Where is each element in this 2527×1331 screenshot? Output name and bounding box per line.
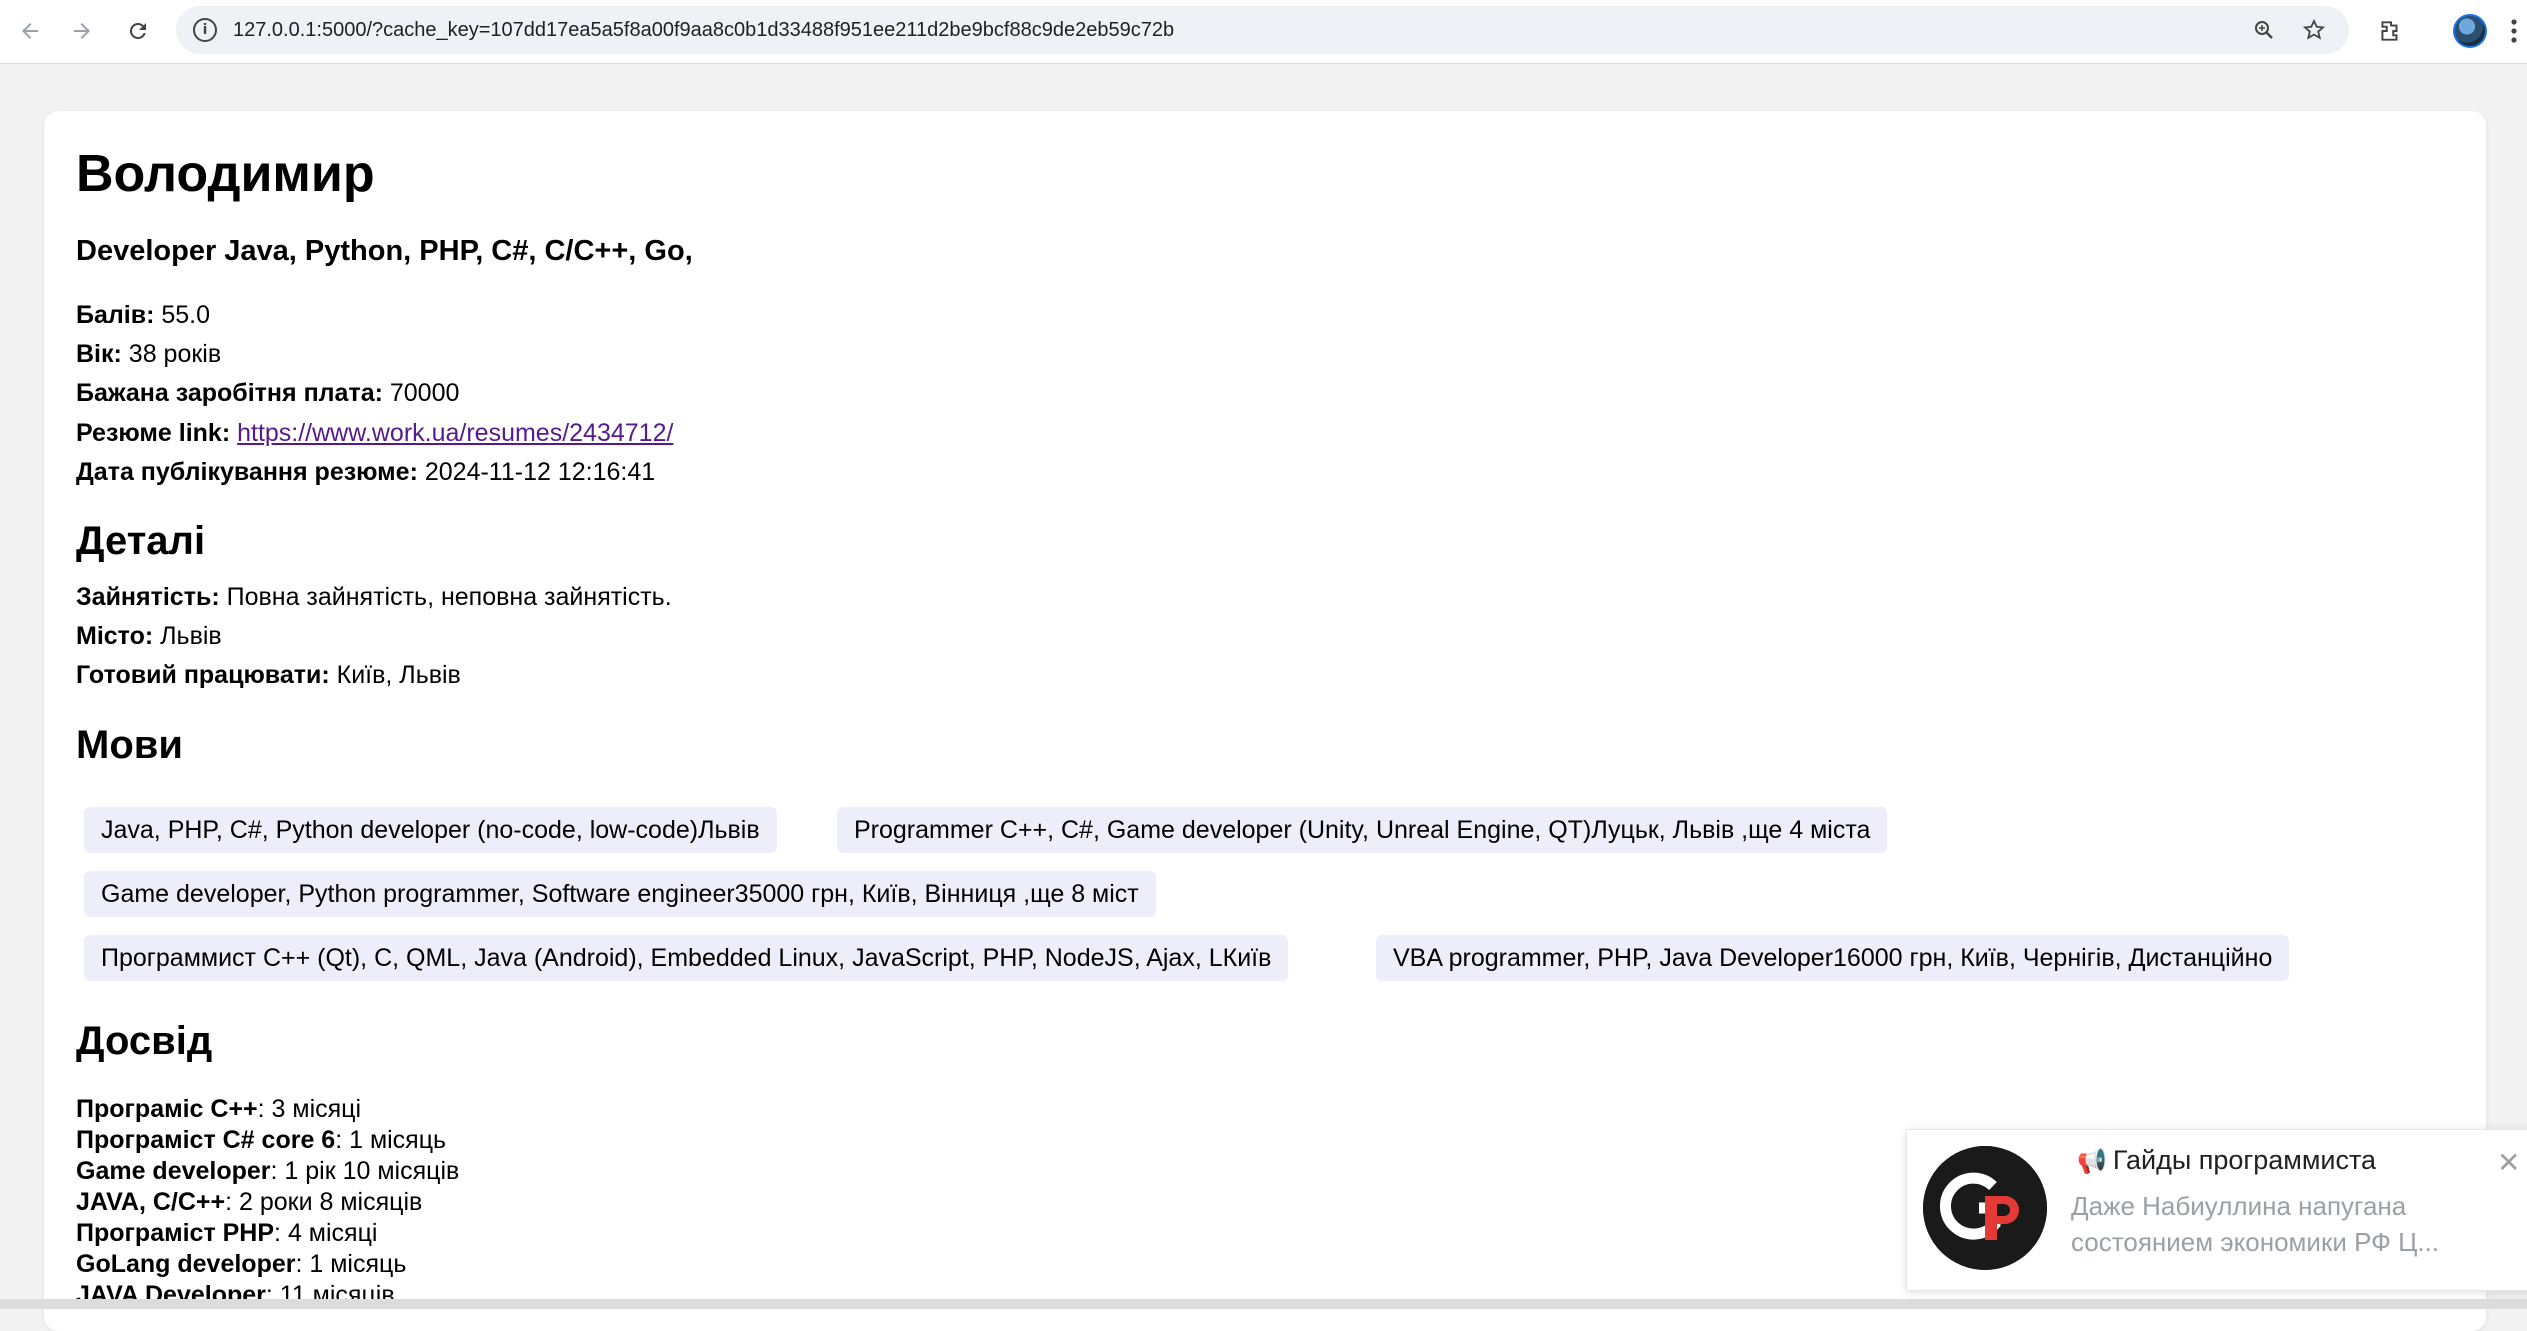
profile-avatar[interactable]	[2448, 9, 2492, 53]
language-tag: Game developer, Python programmer, Softw…	[84, 871, 1156, 917]
browser-toolbar: i 127.0.0.1:5000/?cache_key=107dd17ea5a5…	[0, 0, 2527, 64]
language-tag: Programmer C++, C#, Game developer (Unit…	[837, 807, 1888, 853]
notification-body-line: Даже Набиуллина напугана	[2071, 1191, 2407, 1221]
megaphone-icon: 📢	[2077, 1148, 2107, 1175]
languages-heading: Мови	[76, 723, 183, 767]
ready-label: Готовий працювати:	[76, 661, 330, 689]
arrow-right-icon	[74, 23, 90, 39]
experience-duration: : 1 місяць	[335, 1126, 447, 1154]
reload-icon	[129, 22, 146, 39]
extensions-icon[interactable]	[2368, 9, 2412, 53]
score-value: 55.0	[161, 301, 211, 329]
experience-duration: : 1 місяць	[295, 1250, 407, 1278]
employment-label: Зайнятість:	[76, 583, 220, 611]
language-tag: Java, PHP, C#, Python developer (no-code…	[84, 807, 777, 853]
ready-value: Київ, Львів	[336, 661, 461, 689]
forward-button[interactable]	[62, 11, 102, 51]
salary-row: Бажана заробітня плата: 70000	[76, 379, 459, 408]
address-bar[interactable]: i 127.0.0.1:5000/?cache_key=107dd17ea5a5…	[176, 6, 2349, 54]
city-value: Львів	[160, 622, 222, 650]
gp-logo-icon	[1923, 1146, 2047, 1270]
experience-title: Програміст PHP	[76, 1219, 275, 1247]
details-heading: Деталі	[76, 519, 206, 563]
page-bottom-edge	[0, 1299, 2527, 1309]
close-icon[interactable]: ✕	[2497, 1146, 2520, 1179]
experience-duration: : 4 місяці	[274, 1219, 378, 1247]
experience-item: JAVA, C/C++: 2 роки 8 місяців	[76, 1188, 422, 1217]
published-label: Дата публікування резюме:	[76, 458, 418, 486]
age-value: 38 років	[128, 340, 222, 368]
score-row: Балів: 55.0	[76, 301, 210, 330]
experience-title: Game developer	[76, 1157, 271, 1185]
candidate-name: Володимир	[76, 145, 375, 203]
experience-item: Game developer: 1 рік 10 місяців	[76, 1157, 459, 1186]
age-row: Вік: 38 років	[76, 340, 221, 369]
city-row: Місто: Львів	[76, 622, 222, 651]
menu-kebab-icon[interactable]	[2500, 9, 2527, 53]
experience-duration: : 2 роки 8 місяців	[225, 1188, 423, 1216]
notification-title-text: Гайды программиста	[2112, 1145, 2377, 1175]
score-label: Балів:	[76, 301, 155, 329]
candidate-position: Developer Java, Python, PHP, C#, C/C++, …	[76, 235, 693, 267]
push-notification[interactable]: 📢 Гайды программиста Даже Набиуллина напу…	[1906, 1129, 2527, 1291]
salary-label: Бажана заробітня плата:	[76, 379, 383, 407]
resume-link-label: Резюме link:	[76, 419, 231, 447]
arrow-left-icon	[22, 23, 38, 39]
experience-duration: : 1 рік 10 місяців	[270, 1157, 460, 1185]
experience-item: Програміс С++: 3 місяці	[76, 1095, 361, 1124]
published-row: Дата публікування резюме: 2024-11-12 12:…	[76, 458, 655, 487]
resume-link[interactable]: https://www.work.ua/resumes/2434712/	[237, 419, 673, 447]
notification-logo	[1923, 1146, 2047, 1270]
experience-item: Програміст PHP: 4 місяці	[76, 1219, 377, 1248]
resume-link-row: Резюме link: https://www.work.ua/resumes…	[76, 419, 673, 448]
experience-title: Програміст C# core 6	[76, 1126, 336, 1154]
site-info-icon[interactable]: i	[190, 15, 220, 45]
reload-button[interactable]	[118, 11, 158, 51]
experience-title: GoLang developer	[76, 1250, 296, 1278]
notification-body-line: состоянием экономики РФ Ц...	[2071, 1227, 2440, 1257]
bookmark-star-icon[interactable]	[2296, 12, 2332, 48]
zoom-icon[interactable]	[2246, 12, 2282, 48]
back-button[interactable]	[10, 11, 50, 51]
experience-heading: Досвід	[76, 1019, 213, 1063]
notification-title: 📢 Гайды программиста	[2077, 1145, 2376, 1176]
experience-title: JAVA, C/C++	[76, 1188, 226, 1216]
published-value: 2024-11-12 12:16:41	[424, 458, 656, 486]
language-tag: VBA programmer, PHP, Java Developer16000…	[1376, 935, 2290, 981]
experience-title: Програміс С++	[76, 1095, 258, 1123]
experience-item: Програміст C# core 6: 1 місяць	[76, 1126, 446, 1155]
language-tag: Программист C++ (Qt), C, QML, Java (Andr…	[84, 935, 1289, 981]
salary-value: 70000	[389, 379, 460, 407]
experience-item: GoLang developer: 1 місяць	[76, 1250, 406, 1279]
employment-value: Повна зайнятість, неповна зайнятість.	[226, 583, 672, 611]
url-text[interactable]: 127.0.0.1:5000/?cache_key=107dd17ea5a5f8…	[233, 19, 1174, 42]
employment-row: Зайнятість: Повна зайнятість, неповна за…	[76, 583, 672, 612]
ready-row: Готовий працювати: Київ, Львів	[76, 661, 461, 690]
notification-body: Даже Набиуллина напугана состоянием экон…	[2071, 1188, 2511, 1260]
age-label: Вік:	[76, 340, 122, 368]
city-label: Місто:	[76, 622, 154, 650]
experience-duration: : 3 місяці	[257, 1095, 362, 1123]
